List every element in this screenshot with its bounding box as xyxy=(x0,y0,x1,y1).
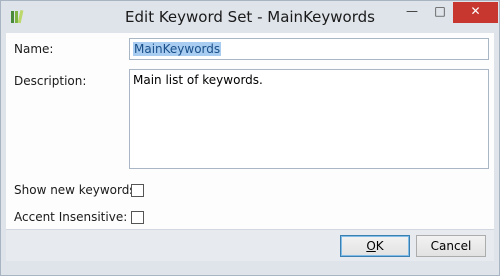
show-new-keywords-label: Show new keywords: xyxy=(14,183,140,197)
maximize-icon: □ xyxy=(434,4,446,18)
dialog-body: Name: MainKeywords Description: Main lis… xyxy=(6,33,494,261)
button-bar: OK Cancel xyxy=(6,229,494,261)
ok-button-label: K xyxy=(375,239,384,253)
description-label: Description: xyxy=(14,74,87,88)
cancel-button[interactable]: Cancel xyxy=(416,235,486,257)
ok-button-access-key: O xyxy=(366,239,376,253)
title-bar[interactable]: Edit Keyword Set - MainKeywords — □ ✕ xyxy=(1,1,499,33)
description-input[interactable]: Main list of keywords. xyxy=(129,69,489,169)
name-value: MainKeywords xyxy=(133,42,222,56)
minimize-icon: — xyxy=(406,4,418,18)
close-icon: ✕ xyxy=(470,4,481,18)
window-bottom-border xyxy=(1,261,499,275)
name-label: Name: xyxy=(14,42,54,56)
show-new-keywords-checkbox[interactable] xyxy=(131,184,144,197)
maximize-button[interactable]: □ xyxy=(427,2,453,23)
close-button[interactable]: ✕ xyxy=(453,2,498,23)
ok-button[interactable]: OK xyxy=(340,235,410,257)
edit-keyword-set-dialog: Edit Keyword Set - MainKeywords — □ ✕ Na… xyxy=(0,0,500,276)
accent-insensitive-label: Accent Insensitive: xyxy=(14,210,128,224)
accent-insensitive-checkbox[interactable] xyxy=(131,211,144,224)
minimize-button[interactable]: — xyxy=(397,2,427,23)
name-input[interactable]: MainKeywords xyxy=(129,38,489,60)
description-value: Main list of keywords. xyxy=(133,73,263,87)
